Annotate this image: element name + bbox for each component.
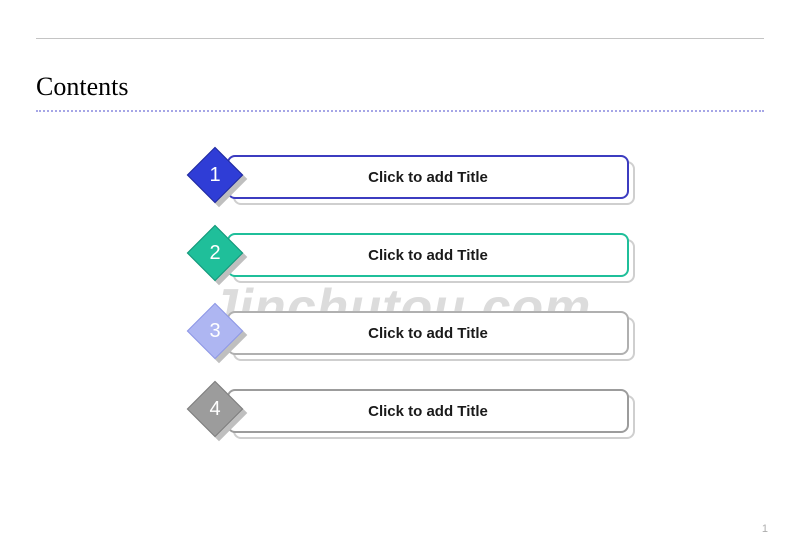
contents-list: Click to add Title 1 Click to add Title … xyxy=(195,155,635,467)
content-item-1[interactable]: Click to add Title 1 xyxy=(195,155,635,203)
item-number: 2 xyxy=(195,233,235,273)
item-number: 1 xyxy=(195,155,235,195)
content-label: Click to add Title xyxy=(227,155,629,199)
page-title: Contents xyxy=(36,72,128,102)
dotted-divider xyxy=(36,110,764,112)
content-label: Click to add Title xyxy=(227,233,629,277)
content-label: Click to add Title xyxy=(227,389,629,433)
content-item-4[interactable]: Click to add Title 4 xyxy=(195,389,635,437)
content-label: Click to add Title xyxy=(227,311,629,355)
page-number: 1 xyxy=(762,523,768,535)
item-number: 3 xyxy=(195,311,235,351)
content-item-3[interactable]: Click to add Title 3 xyxy=(195,311,635,359)
content-item-2[interactable]: Click to add Title 2 xyxy=(195,233,635,281)
top-divider xyxy=(36,38,764,39)
item-number: 4 xyxy=(195,389,235,429)
